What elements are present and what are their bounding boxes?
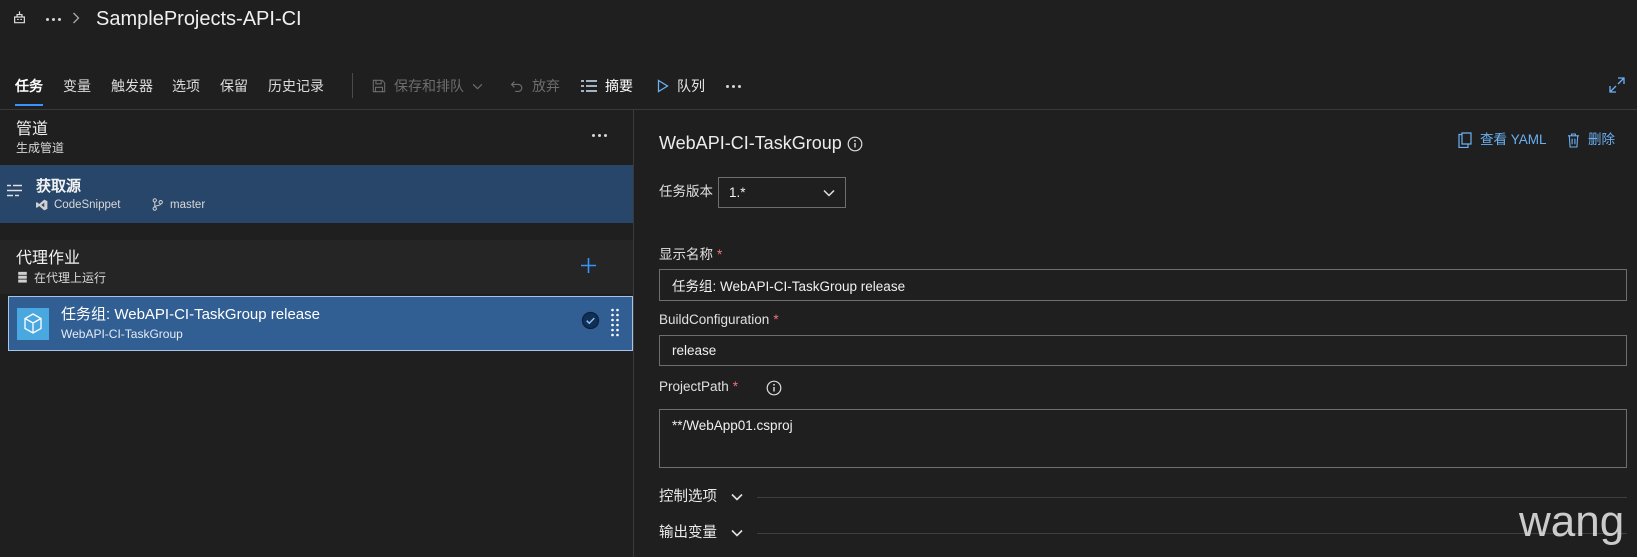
task-title: 任务组: WebAPI-CI-TaskGroup release [61, 306, 320, 323]
task-details-title: WebAPI-CI-TaskGroup [659, 133, 842, 153]
project-path-input[interactable]: **/WebApp01.csproj [659, 409, 1627, 468]
chevron-right-icon [72, 12, 80, 24]
project-path-label-text: ProjectPath [659, 379, 729, 394]
build-configuration-label-text: BuildConfiguration [659, 312, 770, 327]
pipeline-heading[interactable]: 管道 [16, 120, 48, 140]
pipeline-subtitle: 生成管道 [16, 141, 65, 155]
display-name-label: 显示名称 * [659, 246, 722, 264]
discard-label: 放弃 [532, 78, 560, 94]
task-group-icon-box [17, 308, 49, 340]
tab-variables[interactable]: 变量 [63, 76, 91, 96]
save-and-queue-button[interactable]: 保存和排队 [372, 76, 483, 96]
chevron-down-icon [472, 83, 483, 90]
breadcrumb-more-icon[interactable] [46, 18, 61, 21]
toolbar-bottom-divider [0, 109, 1637, 110]
cube-icon [23, 313, 43, 335]
expand-icon[interactable] [1609, 77, 1625, 93]
info-icon[interactable] [847, 136, 863, 152]
source-lines-icon [7, 184, 22, 197]
get-sources-row[interactable]: 获取源 CodeSnippet master [0, 165, 633, 223]
panel-divider [633, 110, 634, 557]
task-enabled-check-icon[interactable] [581, 311, 600, 330]
branch-name: master [170, 199, 206, 211]
control-options-section[interactable]: 控制选项 [659, 487, 1627, 507]
summary-button[interactable]: 摘要 [581, 76, 633, 96]
trash-icon [1567, 132, 1580, 148]
project-path-info-icon[interactable] [766, 380, 782, 396]
task-row[interactable]: 任务组: WebAPI-CI-TaskGroup release WebAPI-… [8, 296, 633, 351]
yaml-clipboard-icon [1458, 132, 1472, 149]
display-name-label-text: 显示名称 [659, 247, 713, 262]
required-mark: * [773, 312, 779, 327]
chevron-down-icon [731, 529, 743, 537]
project-path-label: ProjectPath * [659, 378, 738, 396]
task-version-label: 任务版本 [659, 184, 713, 199]
section-divider [757, 496, 1627, 498]
toolbar-divider [352, 73, 353, 98]
summary-label: 摘要 [605, 78, 633, 94]
play-icon [657, 79, 669, 93]
app-window: SampleProjects-API-CI 任务 变量 触发器 选项 保留 历史… [0, 0, 1637, 557]
task-subtitle: WebAPI-CI-TaskGroup [61, 327, 183, 341]
view-yaml-label: 查看 YAML [1480, 132, 1547, 147]
build-configuration-label: BuildConfiguration * [659, 311, 779, 329]
section-divider [757, 532, 1627, 534]
tab-triggers[interactable]: 触发器 [111, 76, 153, 96]
agent-job-title: 代理作业 [16, 250, 81, 267]
remove-button[interactable]: 删除 [1567, 130, 1615, 150]
server-icon [17, 271, 28, 283]
tab-options[interactable]: 选项 [172, 76, 200, 96]
save-and-queue-label: 保存和排队 [394, 78, 464, 94]
output-variables-label: 输出变量 [659, 525, 717, 541]
pipeline-more-icon[interactable] [592, 134, 607, 137]
undo-icon [510, 79, 524, 94]
build-configuration-input[interactable] [659, 335, 1627, 366]
task-version-value: 1.* [729, 185, 746, 200]
display-name-input[interactable] [659, 269, 1627, 301]
get-sources-title: 获取源 [36, 178, 82, 195]
required-mark: * [717, 247, 723, 262]
branch-icon [152, 198, 163, 211]
add-task-icon[interactable] [580, 257, 597, 274]
queue-button[interactable]: 队列 [657, 76, 705, 96]
toolbar-more-icon[interactable] [726, 85, 741, 88]
agent-job-subtitle: 在代理上运行 [34, 271, 107, 285]
visual-studio-icon [36, 199, 48, 211]
chevron-down-icon [731, 493, 743, 501]
drag-handle-icon[interactable] [611, 308, 619, 338]
control-options-label: 控制选项 [659, 489, 717, 505]
pipeline-icon[interactable] [13, 10, 26, 24]
agent-job-row[interactable]: 代理作业 在代理上运行 [0, 240, 633, 294]
tab-tasks[interactable]: 任务 [15, 76, 43, 106]
task-version-select[interactable]: 1.* [718, 177, 846, 208]
tab-history[interactable]: 历史记录 [268, 76, 324, 96]
tab-retention[interactable]: 保留 [220, 76, 248, 96]
output-variables-section[interactable]: 输出变量 [659, 523, 1627, 543]
remove-label: 删除 [1588, 132, 1615, 147]
repository-name: CodeSnippet [54, 199, 121, 211]
pipeline-title[interactable]: SampleProjects-API-CI [96, 6, 302, 32]
discard-button[interactable]: 放弃 [510, 76, 560, 96]
list-icon [581, 80, 597, 92]
save-icon [372, 79, 386, 93]
queue-label: 队列 [677, 78, 705, 94]
view-yaml-button[interactable]: 查看 YAML [1458, 130, 1547, 150]
required-mark: * [732, 379, 739, 394]
chevron-down-icon [823, 189, 835, 197]
